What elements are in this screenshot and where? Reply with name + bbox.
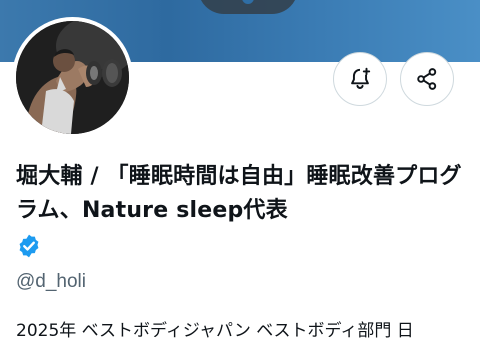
- avatar-image: [16, 21, 129, 134]
- banner-image-shape: [198, 0, 298, 14]
- profile-bio: 2025年 ベストボディジャパン ベストボディ部門 日: [16, 321, 414, 341]
- verified-badge-icon: [19, 234, 39, 258]
- profile-page: 堀大輔 / 「睡眠時間は自由」睡眠改善プログラム、Nature sleep代表 …: [0, 0, 480, 347]
- share-icon: [417, 68, 437, 90]
- profile-avatar[interactable]: [12, 17, 133, 138]
- avatar-photo-drawing: [16, 21, 129, 134]
- share-button[interactable]: [400, 52, 454, 106]
- profile-display-name: 堀大輔 / 「睡眠時間は自由」睡眠改善プログラム、Nature sleep代表: [16, 164, 462, 223]
- bell-plus-icon: [351, 67, 371, 89]
- profile-handle: @d_holi: [16, 271, 86, 292]
- verified-badge[interactable]: [16, 233, 42, 259]
- banner-notch: [242, 0, 254, 4]
- notify-button[interactable]: [333, 52, 387, 106]
